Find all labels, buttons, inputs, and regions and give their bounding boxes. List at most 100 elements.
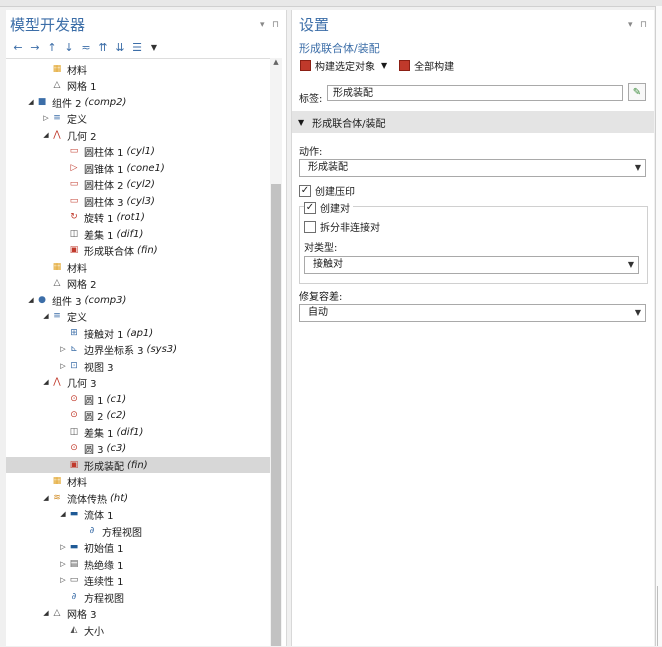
repair-tolerance-caption: 修复容差: <box>299 292 343 303</box>
tree-item[interactable]: ◭ 大小 <box>6 622 270 638</box>
mesh-icon: △ <box>53 608 61 618</box>
collapse-arrow-icon[interactable]: ◢ <box>41 378 51 386</box>
tree-item-selected[interactable]: ▣ 形成装配 (fin) <box>6 457 270 473</box>
tree-item[interactable]: ↻ 旋转 1 (rot1) <box>6 209 270 225</box>
pin-icon[interactable]: ▾ <box>628 20 633 30</box>
move-up-icon[interactable]: ↑ <box>46 41 58 54</box>
collapse-arrow-icon[interactable]: ◢ <box>41 312 51 320</box>
tree-item[interactable]: ⊙ 圆 2 (c2) <box>6 407 270 423</box>
thermal-insulation-icon: ▤ <box>69 559 79 569</box>
definitions-icon: ≡ <box>53 113 61 123</box>
tree-item[interactable]: ∂ 方程视图 <box>6 589 270 605</box>
tree-item[interactable]: ▭ 圆柱体 1 (cyl1) <box>6 143 270 159</box>
expand-arrow-icon[interactable]: ▷ <box>58 560 68 568</box>
scroll-thumb[interactable] <box>271 184 281 646</box>
tree-item[interactable]: ▷ ▤ 热绝缘 1 <box>6 556 270 572</box>
chevron-down-icon: ▼ <box>634 308 641 317</box>
back-arrow-icon[interactable]: ← <box>12 41 24 54</box>
create-imprint-checkbox[interactable]: ✓ 创建压印 <box>299 183 355 198</box>
tree-item[interactable]: ◢ ≋ 流体传热 (ht) <box>6 490 270 506</box>
tree-item[interactable]: ⊞ 接触对 1 (ap1) <box>6 325 270 341</box>
forward-arrow-icon[interactable]: → <box>29 41 41 54</box>
collapse-arrow-icon[interactable]: ◢ <box>41 494 51 502</box>
expand-arrow-icon[interactable]: ▷ <box>58 345 68 353</box>
materials-icon: ▦ <box>52 476 62 486</box>
collapse-all-icon[interactable]: ⇈ <box>97 41 109 54</box>
geometry-icon: ⋀ <box>53 130 61 140</box>
tree-item[interactable]: ▷ ▭ 连续性 1 <box>6 572 270 588</box>
tree-item[interactable]: ⊙ 圆 3 (c3) <box>6 440 270 456</box>
model-tree: ▦ 材料 △ 网格 1 ◢ ■ 组件 2 (comp2) ▷ ≡ 定义 ◢ ⋀ 几何 2 ▭ 圆柱体… <box>6 58 270 647</box>
settings-panel: 设置 ▾ ⊓ 形成联合体/装配 构建选定对象 ▼ 全部构建 标签: 形成装配 ✎… <box>291 10 654 646</box>
scroll-up-icon[interactable]: ▲ <box>270 58 282 70</box>
show-icon[interactable]: ≂ <box>80 41 92 54</box>
component-icon: ● <box>38 295 46 305</box>
contact-pair-icon: ⊞ <box>70 328 78 338</box>
tree-item[interactable]: ▦ 材料 <box>6 61 270 77</box>
expand-all-icon[interactable]: ⇊ <box>114 41 126 54</box>
size-icon: ◭ <box>70 625 78 635</box>
collapse-arrow-icon[interactable]: ◢ <box>58 510 68 518</box>
circle-icon: ⊙ <box>70 443 78 453</box>
pair-type-select[interactable]: 接触对 ▼ <box>304 256 639 274</box>
checkbox-unchecked-icon <box>304 220 316 233</box>
dropdown-caret-icon[interactable]: ▼ <box>148 43 160 52</box>
tree-item[interactable]: ◢ ▬ 流体 1 <box>6 506 270 522</box>
chevron-down-icon: ▼ <box>634 163 641 172</box>
split-disconnected-checkbox[interactable]: 拆分非连接对 <box>304 219 380 234</box>
tree-item[interactable]: ◫ 差集 1 (dif1) <box>6 424 270 440</box>
dropdown-caret-icon[interactable]: ▼ <box>381 61 387 70</box>
tree-item[interactable]: ◢ ⋀ 几何 2 <box>6 127 270 143</box>
tree-item[interactable]: ⊙ 圆 1 (c1) <box>6 391 270 407</box>
expand-arrow-icon[interactable]: ▷ <box>58 362 68 370</box>
tree-item[interactable]: ◢ △ 网格 3 <box>6 605 270 621</box>
tree-item[interactable]: ▣ 形成联合体 (fin) <box>6 242 270 258</box>
label-input[interactable]: 形成装配 <box>327 85 623 101</box>
tree-item[interactable]: ▭ 圆柱体 2 (cyl2) <box>6 176 270 192</box>
tree-item[interactable]: ▦ 材料 <box>6 259 270 275</box>
tree-item[interactable]: ◢ ■ 组件 2 (comp2) <box>6 94 270 110</box>
section-collapse-icon[interactable]: ▼ <box>298 118 304 127</box>
tree-scrollbar[interactable]: ▲ <box>270 58 282 646</box>
view-icon: ⊡ <box>70 361 78 371</box>
collapse-arrow-icon[interactable]: ◢ <box>26 296 36 304</box>
tree-item[interactable]: ▷ ▬ 初始值 1 <box>6 539 270 555</box>
repair-tolerance-select[interactable]: 自动 ▼ <box>299 304 646 322</box>
tree-item[interactable]: ◢ ● 组件 3 (comp3) <box>6 292 270 308</box>
list-options-icon[interactable]: ☰ <box>131 41 143 54</box>
equation-view-icon: ∂ <box>89 526 95 536</box>
edit-label-icon[interactable]: ✎ <box>628 83 646 101</box>
tree-item[interactable]: △ 网格 2 <box>6 275 270 291</box>
tree-item[interactable]: ◢ ≡ 定义 <box>6 308 270 324</box>
action-select[interactable]: 形成装配 ▼ <box>299 159 646 177</box>
cone-icon: ▷ <box>70 163 78 173</box>
create-pairs-checkbox[interactable]: ✓ 创建对 <box>304 200 353 215</box>
label-caption: 标签: <box>299 94 323 105</box>
tree-item[interactable]: ▷ ⊾ 边界坐标系 3 (sys3) <box>6 341 270 357</box>
tree-item[interactable]: ▭ 圆柱体 3 (cyl3) <box>6 193 270 209</box>
expand-arrow-icon[interactable]: ▷ <box>58 576 68 584</box>
tree-item[interactable]: ▷ ⊡ 视图 3 <box>6 358 270 374</box>
collapse-arrow-icon[interactable]: ◢ <box>41 131 51 139</box>
tree-item[interactable]: △ 网格 1 <box>6 77 270 93</box>
tree-item[interactable]: ▷ 圆锥体 1 (cone1) <box>6 160 270 176</box>
tree-item[interactable]: ∂ 方程视图 <box>6 523 270 539</box>
tree-item[interactable]: ▷ ≡ 定义 <box>6 110 270 126</box>
tree-item[interactable]: ◢ ⋀ 几何 3 <box>6 374 270 390</box>
section-header[interactable]: ▼ 形成联合体/装配 <box>292 111 654 133</box>
pin-icon[interactable]: ⊓ <box>272 20 279 30</box>
expand-arrow-icon[interactable]: ▷ <box>41 114 51 122</box>
build-selected-button[interactable]: 构建选定对象 <box>315 58 375 73</box>
expand-arrow-icon[interactable]: ▷ <box>58 543 68 551</box>
panel-menu-icon[interactable]: ⊓ <box>640 20 647 30</box>
tree-item[interactable]: ▦ 材料 <box>6 473 270 489</box>
tree-item[interactable]: ◫ 差集 1 (dif1) <box>6 226 270 242</box>
settings-title: 设置 <box>299 16 330 34</box>
collapse-arrow-icon[interactable]: ◢ <box>41 609 51 617</box>
move-down-icon[interactable]: ↓ <box>63 41 75 54</box>
build-toolbar: 构建选定对象 ▼ 全部构建 <box>300 58 454 73</box>
cylinder-icon: ▭ <box>69 179 79 189</box>
build-all-button[interactable]: 全部构建 <box>414 58 454 73</box>
panel-menu-icon[interactable]: ▾ <box>260 20 265 30</box>
collapse-arrow-icon[interactable]: ◢ <box>26 98 36 106</box>
